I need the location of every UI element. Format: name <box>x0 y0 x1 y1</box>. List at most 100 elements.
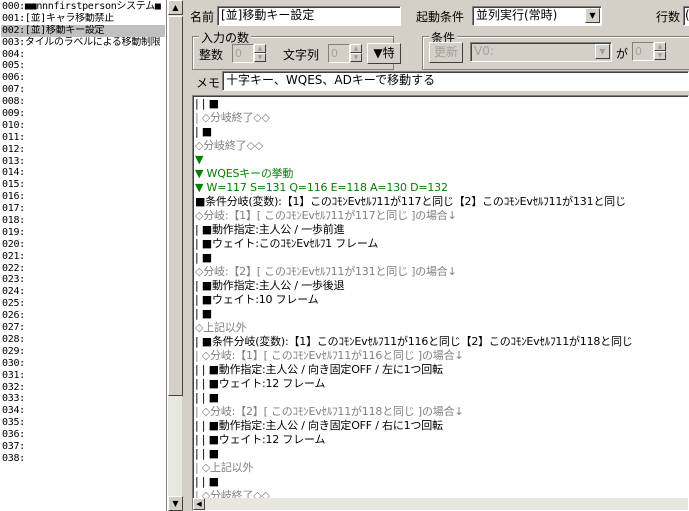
code-line[interactable]: | ◇分岐終了◇◇ <box>195 111 633 125</box>
event-list-item[interactable]: 021: <box>1 251 165 263</box>
code-lines: | | ■ | ◇分岐終了◇◇ | ■ ◇分岐終了◇◇ ▼ ▼ WQESキーの挙動 ▼ W=… <box>195 97 633 503</box>
event-list-item[interactable]: 001:[並]キャラ移動禁止 <box>1 13 165 25</box>
event-list-item[interactable]: 007: <box>1 84 165 96</box>
code-line[interactable]: | ■ <box>195 251 633 265</box>
event-list-item[interactable]: 027: <box>1 322 165 334</box>
int-count-value: 0 <box>232 44 254 63</box>
event-list-item[interactable]: 020: <box>1 239 165 251</box>
chevron-down-icon[interactable]: ▼ <box>585 8 600 23</box>
code-line[interactable]: | ■動作指定:主人公 / 一歩前進 <box>195 223 633 237</box>
spin-down-icon[interactable]: ▼ <box>254 53 266 62</box>
code-line[interactable]: ◇分岐:【2】[ このｺﾓﾝEvｾﾙﾌ11が131と同じ ]の場合↓ <box>195 265 633 279</box>
event-list-item[interactable]: 004: <box>1 49 165 61</box>
code-line[interactable]: ■条件分岐(変数):【1】このｺﾓﾝEvｾﾙﾌ11が117と同じ【2】このｺﾓﾝ… <box>195 195 633 209</box>
trigger-select[interactable]: 並列実行(常時) ▼ <box>472 6 602 26</box>
spin-down-icon[interactable]: ▼ <box>654 51 666 60</box>
update-button[interactable]: 更新 <box>429 42 463 63</box>
event-list-item[interactable]: 010: <box>1 120 165 132</box>
code-line[interactable]: ▼ <box>195 153 633 167</box>
code-line[interactable]: | ■動作指定:主人公 / 一歩後退 <box>195 279 633 293</box>
event-list-item[interactable]: 031: <box>1 370 165 382</box>
code-line[interactable]: ◇上記以外 <box>195 321 633 335</box>
event-list-item[interactable]: 005: <box>1 60 165 72</box>
code-line[interactable]: | ◇上記以外 <box>195 461 633 475</box>
rows-input[interactable]: ( <box>683 6 689 26</box>
memo-input[interactable]: 十字キー、WQES、ADキーで移動する <box>222 71 689 91</box>
code-line[interactable]: | | ■ <box>195 447 633 461</box>
code-line[interactable]: | ■ <box>195 125 633 139</box>
event-list-item[interactable]: 019: <box>1 227 165 239</box>
event-list-item[interactable]: 038: <box>1 453 165 465</box>
event-list-item[interactable]: 029: <box>1 346 165 358</box>
event-list-item[interactable]: 018: <box>1 215 165 227</box>
code-line[interactable]: | | ■ウェイト:12 フレーム <box>195 433 633 447</box>
event-name-input[interactable]: [並]移動キー設定 <box>217 6 401 26</box>
code-line[interactable]: | ■ウェイト:このｺﾓﾝEvｾﾙﾌ1 フレーム <box>195 237 633 251</box>
event-list-item[interactable]: 002:[並]移動キー設定 <box>1 24 165 37</box>
scroll-left-arrow-icon[interactable]: ◀ <box>193 498 205 510</box>
event-list[interactable]: 000:■■nnnfirstpersonシステム■ 001:[並]キャラ移動禁止 0… <box>0 0 167 511</box>
code-line[interactable]: ◇分岐終了◇◇ <box>195 139 633 153</box>
int-count-stepper[interactable]: 0 ▲ ▼ <box>232 44 266 63</box>
event-list-item[interactable]: 003:タイルのラベルによる移動制限 <box>1 37 165 49</box>
event-list-item[interactable]: 011: <box>1 132 165 144</box>
code-line[interactable]: | ■ウェイト:10 フレーム <box>195 293 633 307</box>
event-list-item[interactable]: 015: <box>1 179 165 191</box>
condition-group: 条件 更新 V0: ▼ が 0 ▲ ▼ <box>422 29 689 70</box>
event-list-item[interactable]: 016: <box>1 191 165 203</box>
event-list-item[interactable]: 032: <box>1 382 165 394</box>
spin-down-icon[interactable]: ▼ <box>350 53 362 62</box>
code-line[interactable]: ▼ W=117 S=131 Q=116 E=118 A=130 D=132 <box>195 181 633 195</box>
scroll-down-arrow-icon[interactable]: ▼ <box>168 496 183 511</box>
event-list-item[interactable]: 033: <box>1 393 165 405</box>
trigger-label: 起動条件 <box>416 10 465 24</box>
event-list-scrollbar[interactable]: ▲ ▼ <box>167 0 183 511</box>
event-list-item[interactable]: 028: <box>1 334 165 346</box>
condition-variable-select[interactable]: V0: ▼ <box>470 42 612 62</box>
code-line[interactable]: | | ■ <box>195 475 633 489</box>
event-code-editor[interactable]: | | ■ | ◇分岐終了◇◇ | ■ ◇分岐終了◇◇ ▼ ▼ WQESキーの挙動 ▼ W=… <box>192 95 689 511</box>
scroll-up-arrow-icon[interactable]: ▲ <box>168 0 183 15</box>
special-button[interactable]: ▼特 <box>367 43 401 64</box>
event-list-item[interactable]: 014: <box>1 167 165 179</box>
event-list-item[interactable]: 034: <box>1 405 165 417</box>
spin-up-icon[interactable]: ▲ <box>654 42 666 51</box>
event-list-item[interactable]: 000:■■nnnfirstpersonシステム■ <box>1 1 165 13</box>
str-count-stepper[interactable]: 0 ▲ ▼ <box>328 44 362 63</box>
scrollbar-thumb[interactable] <box>168 16 183 396</box>
event-list-item[interactable]: 023: <box>1 274 165 286</box>
event-list-item[interactable]: 013: <box>1 156 165 168</box>
event-list-item[interactable]: 030: <box>1 358 165 370</box>
code-line[interactable]: | ■条件分岐(変数):【1】このｺﾓﾝEvｾﾙﾌ11が116と同じ【2】このｺ… <box>195 335 633 349</box>
chevron-down-icon[interactable]: ▼ <box>595 44 610 59</box>
str-count-label: 文字列 <box>283 48 320 62</box>
code-line[interactable]: | | ■動作指定:主人公 / 向き固定OFF / 左に1つ回転 <box>195 363 633 377</box>
event-list-item[interactable]: 008: <box>1 96 165 108</box>
event-list-item[interactable]: 036: <box>1 429 165 441</box>
condition-value-stepper[interactable]: 0 ▲ ▼ <box>632 42 666 61</box>
code-line[interactable]: | ◇分岐:【2】[ このｺﾓﾝEvｾﾙﾌ11が118と同じ ]の場合↓ <box>195 405 633 419</box>
code-line[interactable]: | ■ <box>195 307 633 321</box>
event-list-item[interactable]: 026: <box>1 310 165 322</box>
code-line[interactable]: ◇分岐:【1】[ このｺﾓﾝEvｾﾙﾌ11が117と同じ ]の場合↓ <box>195 209 633 223</box>
code-line[interactable]: | | ■ウェイト:12 フレーム <box>195 377 633 391</box>
event-list-item[interactable]: 006: <box>1 72 165 84</box>
event-list-item[interactable]: 035: <box>1 417 165 429</box>
event-list-item[interactable]: 037: <box>1 441 165 453</box>
event-list-item[interactable]: 022: <box>1 263 165 275</box>
condition-ga-label: が <box>616 47 629 61</box>
event-list-item[interactable]: 012: <box>1 144 165 156</box>
event-list-item[interactable]: 009: <box>1 108 165 120</box>
code-line[interactable]: | ◇分岐:【1】[ このｺﾓﾝEvｾﾙﾌ11が116と同じ ]の場合↓ <box>195 349 633 363</box>
code-line[interactable]: ▼ WQESキーの挙動 <box>195 167 633 181</box>
rows-label: 行数 <box>656 10 681 24</box>
spin-up-icon[interactable]: ▲ <box>350 44 362 53</box>
code-line[interactable]: | | ■動作指定:主人公 / 向き固定OFF / 右に1つ回転 <box>195 419 633 433</box>
event-list-item[interactable]: 017: <box>1 203 165 215</box>
code-line[interactable]: | | ■ <box>195 97 633 111</box>
code-horizontal-scrollbar[interactable]: ◀ <box>193 498 688 510</box>
event-list-item[interactable]: 025: <box>1 298 165 310</box>
code-line[interactable]: | | ■ <box>195 391 633 405</box>
event-list-item[interactable]: 024: <box>1 286 165 298</box>
spin-up-icon[interactable]: ▲ <box>254 44 266 53</box>
